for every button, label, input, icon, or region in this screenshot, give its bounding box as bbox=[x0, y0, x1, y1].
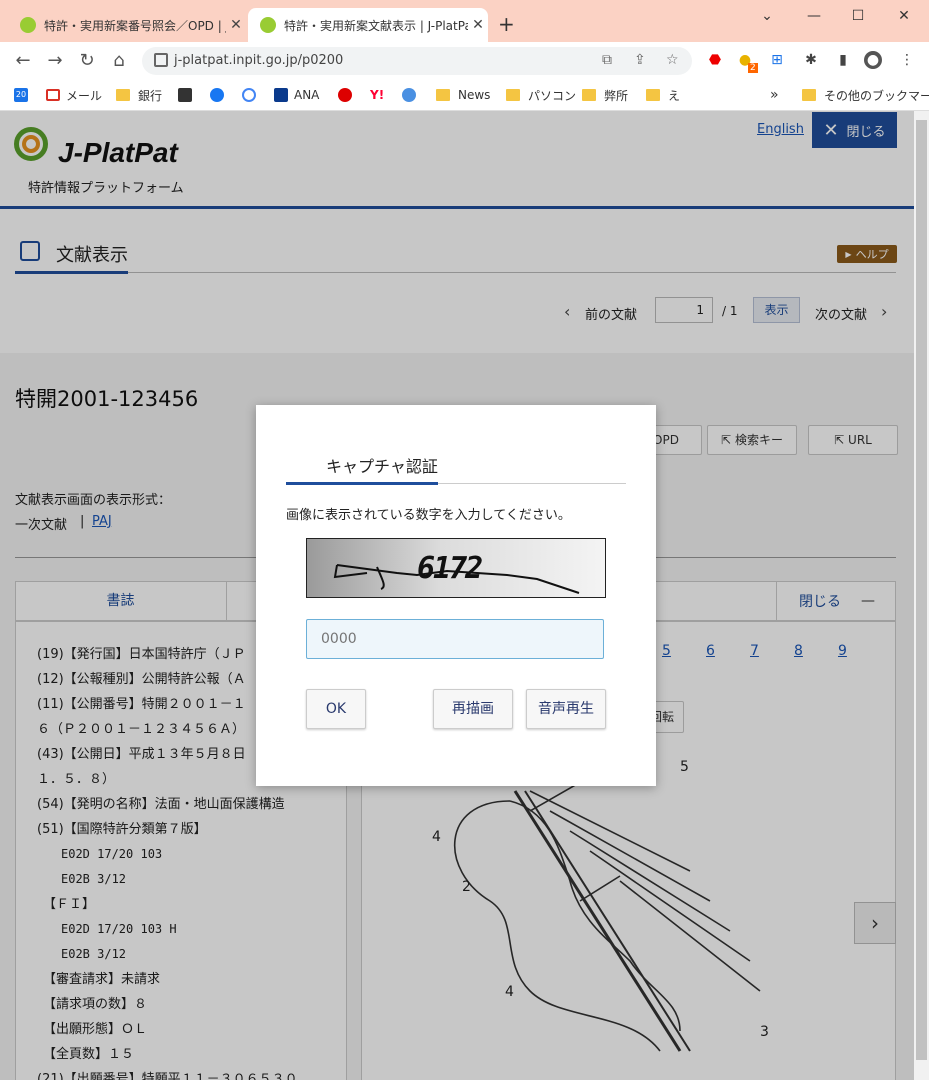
audio-play-button[interactable]: 音声再生 bbox=[526, 689, 606, 729]
captcha-dialog: キャプチャ認証 画像に表示されている数字を入力してください。 6172 OK 再… bbox=[256, 405, 656, 786]
site-icon bbox=[402, 88, 416, 102]
captcha-image: 6172 bbox=[306, 538, 606, 598]
google-icon bbox=[242, 88, 256, 102]
bookmark-label: え bbox=[668, 88, 681, 103]
bookmark-bank[interactable]: 銀行 bbox=[116, 86, 162, 104]
bookmark-office[interactable]: 弊所 bbox=[582, 86, 628, 104]
forward-icon[interactable]: → bbox=[44, 50, 66, 72]
folder-icon bbox=[436, 89, 450, 101]
close-tab-icon[interactable]: ✕ bbox=[468, 17, 488, 33]
bookmarks-overflow-icon[interactable]: » bbox=[770, 86, 779, 104]
bookmark-pc[interactable]: パソコン bbox=[506, 86, 576, 104]
bookmark-site2[interactable] bbox=[402, 86, 422, 104]
bookmark-other[interactable]: その他のブックマーク bbox=[802, 86, 929, 104]
bookmark-news[interactable]: News bbox=[436, 86, 490, 104]
title-rule-accent bbox=[286, 482, 438, 485]
bookmark-google[interactable] bbox=[242, 86, 262, 104]
captcha-instruction: 画像に表示されている数字を入力してください。 bbox=[286, 508, 571, 523]
calendar-icon: 20 bbox=[14, 88, 28, 102]
bookmark-facebook[interactable] bbox=[210, 86, 230, 104]
scrollbar-thumb[interactable] bbox=[916, 120, 927, 1060]
bookmark-jal[interactable] bbox=[338, 86, 358, 104]
minimize-icon[interactable]: — bbox=[792, 4, 836, 28]
captcha-text: 6172 bbox=[417, 551, 483, 586]
facebook-icon bbox=[210, 88, 224, 102]
bookmark-gmail[interactable]: メール bbox=[46, 86, 102, 104]
folder-icon bbox=[582, 89, 596, 101]
yahoo-icon: Y! bbox=[370, 88, 385, 102]
bookmark-label: その他のブックマーク bbox=[824, 88, 929, 103]
tab-title: 特許・実用新案番号照会／OPD | J-Plat... bbox=[44, 18, 226, 33]
share-icon[interactable]: ⇪ bbox=[634, 52, 646, 68]
folder-icon bbox=[506, 89, 520, 101]
side-panel-icon[interactable]: ▮ bbox=[834, 51, 852, 69]
jplatpat-favicon bbox=[260, 17, 276, 33]
tab-title: 特許・実用新案文献表示 | J-PlatPat bbox=[284, 18, 468, 33]
bookmark-ana[interactable]: ANA bbox=[274, 86, 319, 104]
redraw-button[interactable]: 再描画 bbox=[433, 689, 513, 729]
bookmark-label: News bbox=[458, 88, 491, 102]
back-icon[interactable]: ← bbox=[12, 50, 34, 72]
profile-avatar[interactable]: ● bbox=[864, 51, 882, 69]
captcha-title: キャプチャ認証 bbox=[326, 457, 438, 476]
bookmark-label: メール bbox=[66, 88, 103, 103]
bookmark-label: パソコン bbox=[528, 88, 577, 103]
extension-badge: 2 bbox=[748, 63, 758, 73]
jplatpat-favicon bbox=[20, 17, 36, 33]
menu-kebab-icon[interactable]: ⋮ bbox=[898, 51, 916, 69]
adblock-extension-icon[interactable]: ⬣ bbox=[706, 51, 724, 69]
folder-icon bbox=[116, 89, 130, 101]
maximize-icon[interactable]: ☐ bbox=[836, 4, 880, 28]
new-tab-icon[interactable]: + bbox=[498, 12, 515, 36]
bookmark-label: 弊所 bbox=[604, 88, 629, 103]
reload-icon[interactable]: ↻ bbox=[76, 50, 98, 72]
translate-icon[interactable]: ⧉ bbox=[602, 52, 612, 68]
tab-search-icon[interactable]: ⌄ bbox=[745, 4, 789, 28]
bookmark-calendar[interactable]: 20 bbox=[14, 86, 34, 104]
bookmark-star-icon[interactable]: ☆ bbox=[666, 52, 679, 68]
translate-extension-icon[interactable]: ⊞ bbox=[768, 51, 786, 69]
captcha-input[interactable] bbox=[306, 619, 604, 659]
home-icon[interactable]: ⌂ bbox=[108, 50, 130, 72]
close-tab-icon[interactable]: ✕ bbox=[226, 17, 246, 33]
bookmark-label: 銀行 bbox=[138, 88, 163, 103]
tab-document[interactable]: 特許・実用新案文献表示 | J-PlatPat ✕ bbox=[248, 8, 488, 42]
bookmark-e[interactable]: え bbox=[646, 86, 680, 104]
gmail-icon bbox=[46, 89, 60, 101]
ok-button[interactable]: OK bbox=[306, 689, 366, 729]
site-icon bbox=[178, 88, 192, 102]
url-text[interactable]: j-platpat.inpit.go.jp/p0200 bbox=[174, 53, 343, 68]
bookmark-site1[interactable] bbox=[178, 86, 198, 104]
window-close-icon[interactable]: ✕ bbox=[882, 4, 926, 28]
tab-opd[interactable]: 特許・実用新案番号照会／OPD | J-Plat... ✕ bbox=[8, 8, 246, 42]
folder-icon bbox=[646, 89, 660, 101]
ana-icon bbox=[274, 88, 288, 102]
jal-icon bbox=[338, 88, 352, 102]
lock-icon[interactable] bbox=[154, 53, 168, 67]
folder-icon bbox=[802, 89, 816, 101]
extensions-puzzle-icon[interactable]: ✱ bbox=[802, 51, 820, 69]
bookmark-label: ANA bbox=[294, 88, 320, 102]
bookmark-yahoo[interactable]: Y! bbox=[370, 86, 390, 104]
